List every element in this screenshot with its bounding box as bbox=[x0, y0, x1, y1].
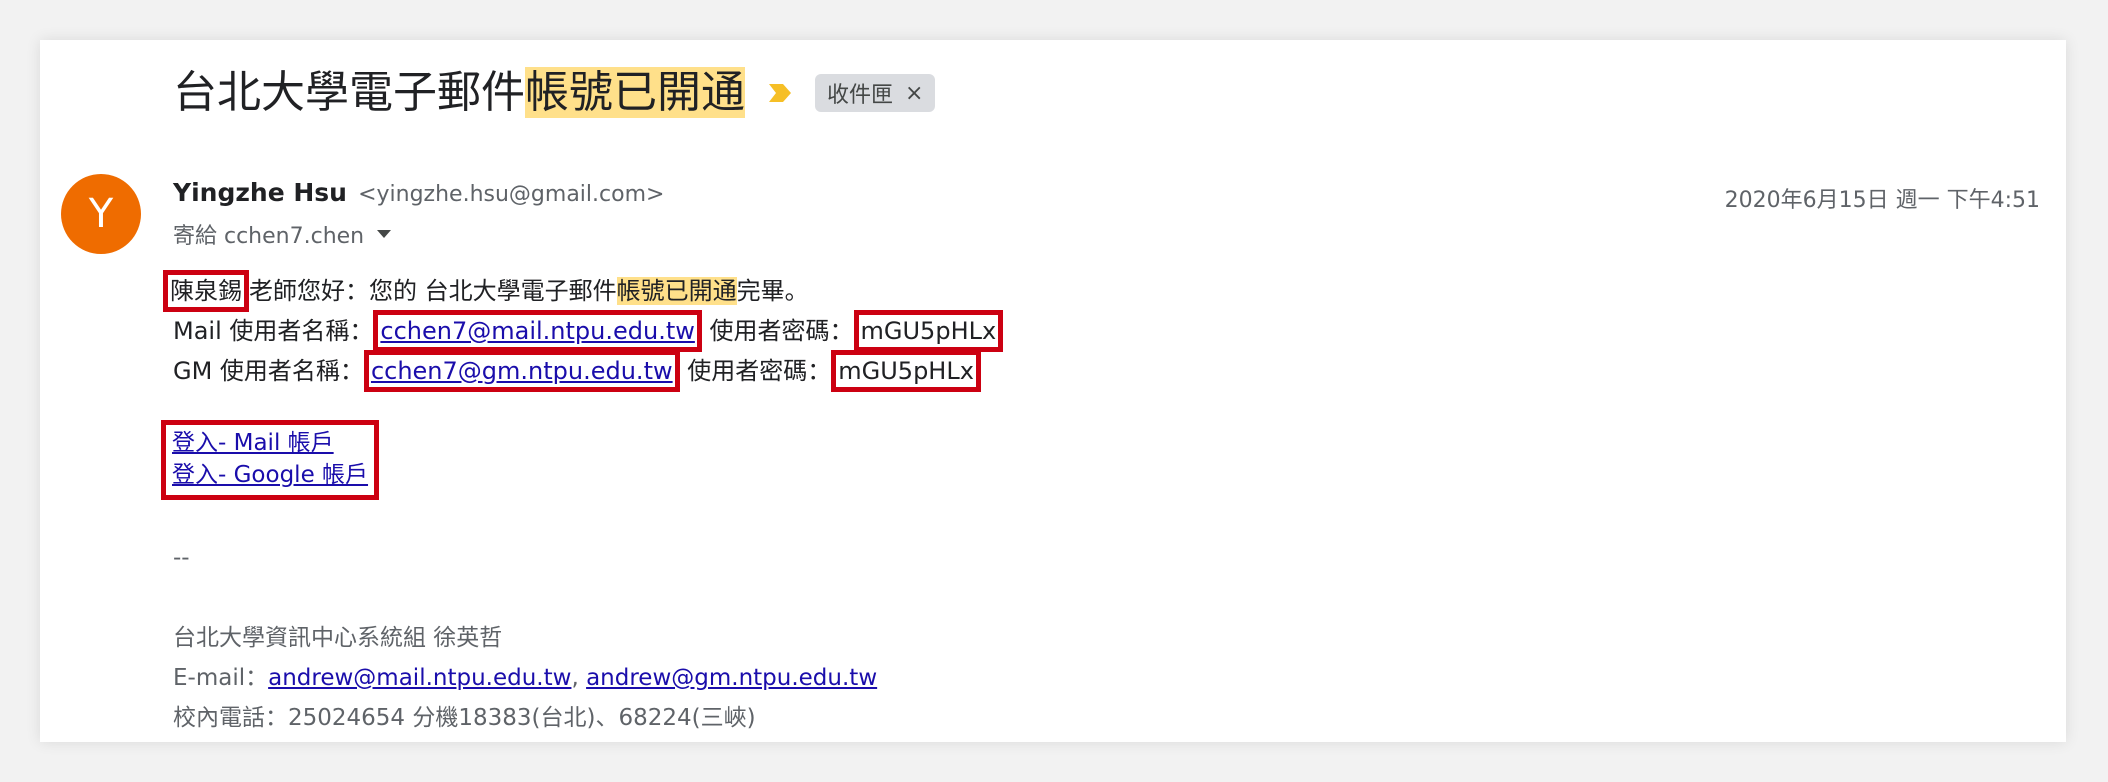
signature-spacer bbox=[173, 578, 877, 618]
email-card: 台北大學電子郵件帳號已開通 收件匣 × Y Yingzhe Hsu <yingz… bbox=[40, 40, 2066, 742]
greeting-name: 陳泉錫 bbox=[163, 270, 249, 312]
label-name: 收件匣 bbox=[827, 83, 894, 108]
sender-name[interactable]: Yingzhe Hsu bbox=[173, 178, 347, 207]
email-body: 陳泉錫 老師您好：您的 台北大學電子郵件帳號已開通完畢。 Mail 使用者名稱： c… bbox=[163, 270, 1004, 392]
subject-prefix: 台北大學電子郵件 bbox=[173, 67, 525, 118]
sender-line: Yingzhe Hsu <yingzhe.hsu@gmail.com> bbox=[173, 178, 664, 207]
signature-email-link-1[interactable]: andrew@mail.ntpu.edu.tw bbox=[268, 665, 571, 691]
sender-email[interactable]: <yingzhe.hsu@gmail.com> bbox=[358, 182, 664, 207]
gm-account-line: GM 使用者名稱： cchen7@gm.ntpu.edu.tw 使用者密碼： mGU… bbox=[173, 350, 1003, 392]
email-date[interactable]: 2020年6月15日 週一 下午4:51 bbox=[1725, 182, 2040, 214]
greeting-line: 陳泉錫 老師您好：您的 台北大學電子郵件帳號已開通完畢。 bbox=[163, 270, 1003, 312]
signature-email-label: E-mail： bbox=[173, 665, 269, 691]
signature-email-line: E-mail：andrew@mail.ntpu.edu.tw, andrew@g… bbox=[173, 658, 877, 698]
greeting-end: 完畢。 bbox=[736, 277, 809, 305]
show-details-chevron-down-icon[interactable] bbox=[376, 229, 392, 239]
signature-email-link-2[interactable]: andrew@gm.ntpu.edu.tw bbox=[586, 665, 877, 691]
gm-password: mGU5pHLx bbox=[831, 350, 981, 392]
mail-password-label: 使用者密碼： bbox=[709, 317, 854, 345]
signature-org: 台北大學資訊中心系統組 徐英哲 bbox=[173, 625, 503, 651]
login-mail-link[interactable]: 登入- Mail 帳戶 bbox=[172, 430, 334, 456]
remove-label-button[interactable]: × bbox=[905, 81, 923, 106]
mail-account-line: Mail 使用者名稱： cchen7@mail.ntpu.edu.tw 使用者密碼… bbox=[173, 310, 1004, 352]
subject-row: 台北大學電子郵件帳號已開通 收件匣 × bbox=[173, 62, 936, 124]
mail-user-label: Mail 使用者名稱： bbox=[173, 317, 374, 345]
mail-user-link[interactable]: cchen7@mail.ntpu.edu.tw bbox=[380, 317, 694, 345]
gm-user-link[interactable]: cchen7@gm.ntpu.edu.tw bbox=[371, 357, 673, 385]
signature-email-separator: , bbox=[571, 665, 579, 691]
login-links-box: 登入- Mail 帳戶 登入- Google 帳戶 bbox=[161, 420, 380, 500]
signature: -- 台北大學資訊中心系統組 徐英哲 E-mail：andrew@mail.nt… bbox=[173, 538, 877, 738]
avatar[interactable]: Y bbox=[61, 174, 141, 254]
email-subject: 台北大學電子郵件帳號已開通 bbox=[173, 62, 745, 124]
greeting-highlight: 帳號已開通 bbox=[616, 277, 737, 305]
recipient-line: 寄給 cchen7.chen bbox=[173, 218, 392, 250]
gm-user-label: GM 使用者名稱： bbox=[173, 357, 364, 385]
gm-password-label: 使用者密碼： bbox=[687, 357, 832, 385]
important-marker-icon[interactable] bbox=[767, 82, 793, 104]
inbox-label-chip[interactable]: 收件匣 × bbox=[815, 74, 936, 112]
subject-highlight: 帳號已開通 bbox=[525, 67, 745, 118]
login-google-link[interactable]: 登入- Google 帳戶 bbox=[172, 462, 368, 488]
greeting-text: 老師您好：您的 台北大學電子郵件 bbox=[249, 277, 617, 305]
recipient-label: 寄給 cchen7.chen bbox=[173, 224, 365, 249]
mail-password: mGU5pHLx bbox=[853, 310, 1004, 352]
signature-phone: 校內電話：25024654 分機18383(台北)、68224(三峽) bbox=[173, 705, 756, 731]
signature-dashes: -- bbox=[173, 545, 190, 571]
